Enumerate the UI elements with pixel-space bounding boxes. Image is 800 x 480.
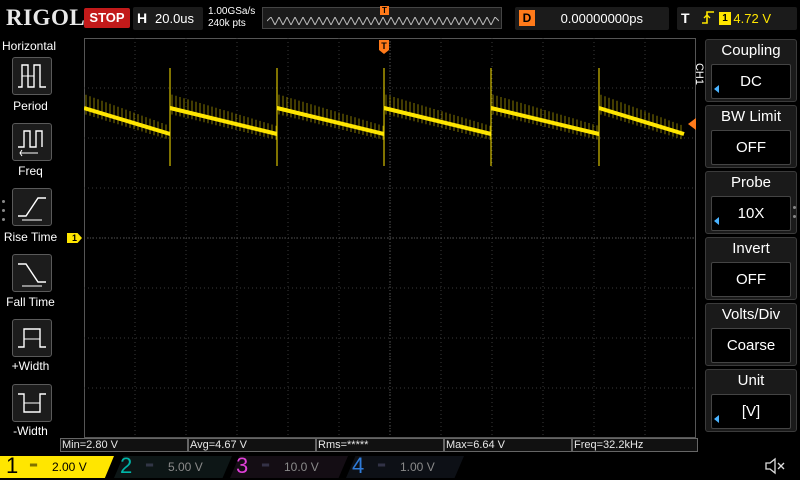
panel-scroll-dots [2, 200, 6, 227]
channel-4-tab[interactable]: 4 ═ 1.00 V [346, 456, 464, 478]
ramp-segment [84, 106, 171, 136]
chevron-left-icon [714, 85, 719, 93]
coupling-title: Coupling [721, 42, 781, 59]
coupling-menu-item[interactable]: Coupling DC [705, 39, 797, 102]
trigger-level-marker[interactable] [688, 118, 696, 130]
measurement-strip: Min=2.80 V Avg=4.67 V Rms=***** Max=6.64… [60, 438, 698, 452]
volts-div-menu-item[interactable]: Volts/Div Coarse [705, 303, 797, 366]
rise-time-icon [18, 197, 46, 221]
timebase-value: 20.0us [155, 11, 195, 26]
measure-frequency-label: Freq [18, 164, 43, 178]
memory-waveform-overview[interactable]: T [262, 6, 502, 29]
trigger-level: 4.72 V [733, 11, 771, 26]
channel-bar: 1 ═ 2.00 V 2 ═ 5.00 V 3 ═ 10.0 V 4 ═ 1.0… [0, 452, 800, 480]
channel-2-scale: 5.00 V [168, 460, 203, 474]
overview-wave-icon [267, 17, 499, 25]
channel-1-scale: 2.00 V [52, 460, 87, 474]
probe-menu-item[interactable]: Probe 10X [705, 171, 797, 234]
measure-period-button[interactable] [12, 57, 52, 95]
acquisition-info: 1.00GSa/s 240k pts [208, 6, 255, 30]
rising-edge-icon [702, 11, 714, 24]
channel-1-tab[interactable]: 1 ═ 2.00 V [0, 456, 114, 478]
positive-width-icon [18, 328, 46, 348]
dc-coupling-icon: ═ [30, 460, 38, 471]
menu-channel-tag: CH1 [693, 62, 706, 86]
ch1-offset-marker[interactable]: 1 [67, 233, 82, 243]
trigger-label: T [681, 10, 690, 26]
channel-4-number: 4 [352, 453, 365, 478]
period-icon [18, 64, 46, 88]
bw-limit-value: OFF [711, 130, 791, 165]
measure-positive-width-button[interactable] [12, 319, 52, 357]
trigger-display[interactable]: T 1 4.72 V [677, 7, 797, 30]
measure-rise-time-label: Rise Time [3, 230, 58, 244]
top-status-bar: RIGOL STOP H 20.0us 1.00GSa/s 240k pts T… [0, 0, 800, 38]
brand-logo: RIGOL [6, 5, 86, 30]
delay-display[interactable]: D 0.00000000ps [515, 7, 669, 30]
measure-negative-width-label: -Width [13, 424, 48, 438]
horizontal-label: H [137, 10, 148, 26]
bw-limit-title: BW Limit [721, 108, 781, 125]
measure-frequency-button[interactable] [12, 123, 52, 161]
speaker-muted-icon[interactable] [764, 457, 786, 475]
coupling-value: DC [711, 64, 791, 99]
channel-2-number: 2 [120, 453, 133, 478]
grid-trigger-marker[interactable]: T [379, 40, 389, 54]
measure-negative-width-button[interactable] [12, 384, 52, 422]
delay-label: D [519, 10, 535, 26]
chevron-left-icon [714, 217, 719, 225]
ramp-segment [598, 106, 685, 136]
probe-value: 10X [711, 196, 791, 231]
measurement-rms[interactable]: Rms=***** [316, 438, 444, 452]
negative-width-icon [18, 393, 46, 413]
frequency-icon [18, 130, 43, 157]
measurement-max[interactable]: Max=6.64 V [444, 438, 572, 452]
channel-3-scale: 10.0 V [284, 460, 319, 474]
ramp-segment [276, 106, 385, 136]
measurement-avg[interactable]: Avg=4.67 V [188, 438, 316, 452]
dc-coupling-icon: ═ [378, 460, 386, 471]
unit-value: [V] [711, 394, 791, 429]
overview-trigger-marker: T [380, 6, 389, 15]
memory-depth: 240k pts [208, 18, 246, 29]
ramp-segment [383, 106, 492, 136]
invert-value: OFF [711, 262, 791, 297]
horizontal-timebase[interactable]: H 20.0us [133, 7, 203, 30]
measure-panel: Horizontal Period Freq Rise Time Fall Ti… [0, 38, 61, 452]
dc-coupling-icon: ═ [146, 460, 154, 471]
sample-rate: 1.00GSa/s [208, 6, 256, 17]
channel-4-scale: 1.00 V [400, 460, 435, 474]
measurement-min[interactable]: Min=2.80 V [60, 438, 188, 452]
invert-title: Invert [732, 240, 770, 257]
measure-fall-time-label: Fall Time [6, 295, 55, 309]
measurement-freq[interactable]: Freq=32.2kHz [572, 438, 698, 452]
run-stop-button[interactable]: STOP [84, 8, 130, 28]
unit-menu-item[interactable]: Unit [V] [705, 369, 797, 432]
fall-time-icon [18, 263, 46, 287]
channel-3-tab[interactable]: 3 ═ 10.0 V [230, 456, 348, 478]
channel-3-number: 3 [236, 453, 249, 478]
measure-positive-width-label: +Width [11, 359, 50, 373]
dc-coupling-icon: ═ [262, 460, 270, 471]
measure-rise-time-button[interactable] [12, 188, 52, 226]
delay-value: 0.00000000ps [560, 11, 643, 26]
trigger-source: 1 [719, 12, 731, 25]
grid-trigger-marker-label: T [381, 41, 387, 51]
volts-div-value: Coarse [711, 328, 791, 363]
measure-period-label: Period [13, 99, 48, 113]
chevron-left-icon [714, 415, 719, 423]
volts-div-title: Volts/Div [721, 306, 781, 323]
bw-limit-menu-item[interactable]: BW Limit OFF [705, 105, 797, 168]
menu-scroll-dots [793, 206, 797, 224]
unit-title: Unit [737, 372, 765, 389]
probe-title: Probe [730, 174, 772, 191]
waveform-grid[interactable]: T [84, 38, 696, 438]
channel-1-number: 1 [6, 453, 19, 478]
measure-fall-time-button[interactable] [12, 254, 52, 292]
measure-category-title: Horizontal [2, 39, 57, 53]
channel-menu: CH1 Coupling DC BW Limit OFF Probe 10X I… [693, 38, 800, 438]
invert-menu-item[interactable]: Invert OFF [705, 237, 797, 300]
ch1-offset-label: 1 [71, 233, 77, 243]
channel-2-tab[interactable]: 2 ═ 5.00 V [114, 456, 232, 478]
